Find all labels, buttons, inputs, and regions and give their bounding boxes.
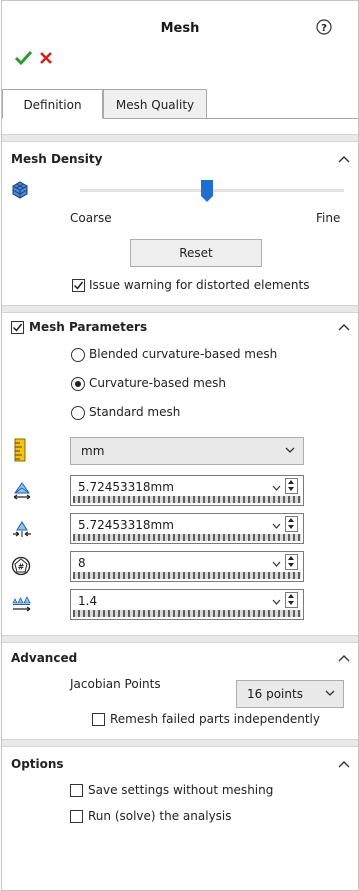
min-element-size-spinner[interactable] [285,516,298,532]
unit-select-value: mm [81,444,105,458]
run-analysis-checkbox[interactable] [70,810,83,823]
min-element-size-icon [13,521,31,537]
dropdown-caret-icon[interactable] [272,599,281,605]
svg-text:?: ? [321,23,327,34]
radio-standard-mesh[interactable] [71,406,85,420]
growth-ratio-thumbwheel[interactable] [73,610,301,617]
section-separator [2,305,358,313]
check-icon [12,323,23,332]
svg-text:#: # [18,563,25,572]
jacobian-points-value: 16 points [247,687,303,701]
mesh-density-title: Mesh Density [11,152,103,166]
section-separator [2,739,358,747]
fine-label: Fine [316,211,341,225]
mesh-density-slider-thumb[interactable] [201,180,213,202]
mesh-parameters-checkbox[interactable] [11,321,24,334]
panel-title: Mesh [160,21,200,36]
options-title: Options [11,757,64,771]
run-analysis-label: Run (solve) the analysis [88,809,232,823]
min-elements-in-circle-thumbwheel[interactable] [73,572,301,579]
section-separator [2,635,358,643]
reset-button[interactable]: Reset [130,239,262,267]
section-separator [2,134,358,142]
jacobian-points-label: Jacobian Points [70,677,161,691]
min-element-size-thumbwheel[interactable] [73,534,301,541]
max-element-size-spinner[interactable] [285,478,298,494]
mesh-density-icon [12,181,28,199]
ok-icon[interactable] [14,50,34,66]
radio-selected-dot [75,381,81,387]
tab-mesh-quality[interactable]: Mesh Quality [103,89,207,119]
dropdown-caret-icon[interactable] [272,561,281,567]
ruler-icon [14,438,26,462]
min-elements-in-circle-field[interactable]: 8 [70,551,304,582]
mesh-property-manager: Mesh ? Definition Mesh Quality Mesh Dens… [1,0,359,891]
collapse-chevron-icon[interactable] [338,654,350,662]
min-element-size-field[interactable]: 5.72453318mm [70,513,304,544]
save-settings-checkbox[interactable] [70,784,83,797]
max-element-size-icon [13,482,31,500]
min-elements-in-circle-icon: # [11,556,31,576]
dropdown-caret-icon [325,690,335,696]
jacobian-points-select[interactable]: 16 points [236,680,344,708]
dropdown-caret-icon[interactable] [272,485,281,491]
collapse-chevron-icon[interactable] [338,155,350,163]
collapse-chevron-icon[interactable] [338,323,350,331]
max-element-size-field[interactable]: 5.72453318mm [70,475,304,506]
advanced-title: Advanced [11,651,78,665]
radio-curvature-based-label: Curvature-based mesh [89,376,227,390]
growth-ratio-value: 1.4 [78,594,98,608]
radio-curvature-based[interactable] [71,377,85,391]
remesh-failed-parts-label: Remesh failed parts independently [110,712,320,726]
collapse-chevron-icon[interactable] [338,760,350,768]
min-element-size-value: 5.72453318mm [78,518,174,532]
radio-blended-curvature-label: Blended curvature-based mesh [89,347,278,361]
min-elements-in-circle-value: 8 [78,556,86,570]
radio-blended-curvature[interactable] [71,348,85,362]
radio-standard-mesh-label: Standard mesh [89,405,181,419]
cancel-icon[interactable] [39,51,53,65]
unit-select[interactable]: mm [70,437,304,465]
save-settings-label: Save settings without meshing [88,783,274,797]
growth-ratio-icon [12,596,31,612]
remesh-failed-parts-checkbox[interactable] [92,713,105,726]
growth-ratio-field[interactable]: 1.4 [70,589,304,620]
check-icon [73,281,84,290]
max-element-size-thumbwheel[interactable] [73,496,301,503]
dropdown-caret-icon [285,447,295,453]
tab-definition[interactable]: Definition [2,89,103,119]
min-elements-in-circle-spinner[interactable] [285,554,298,570]
dropdown-caret-icon[interactable] [272,523,281,529]
issue-warning-checkbox[interactable] [72,279,85,292]
help-icon[interactable]: ? [316,19,332,35]
max-element-size-value: 5.72453318mm [78,480,174,494]
issue-warning-label: Issue warning for distorted elements [89,278,310,292]
mesh-parameters-title: Mesh Parameters [29,320,148,334]
coarse-label: Coarse [70,211,112,225]
growth-ratio-spinner[interactable] [285,592,298,608]
